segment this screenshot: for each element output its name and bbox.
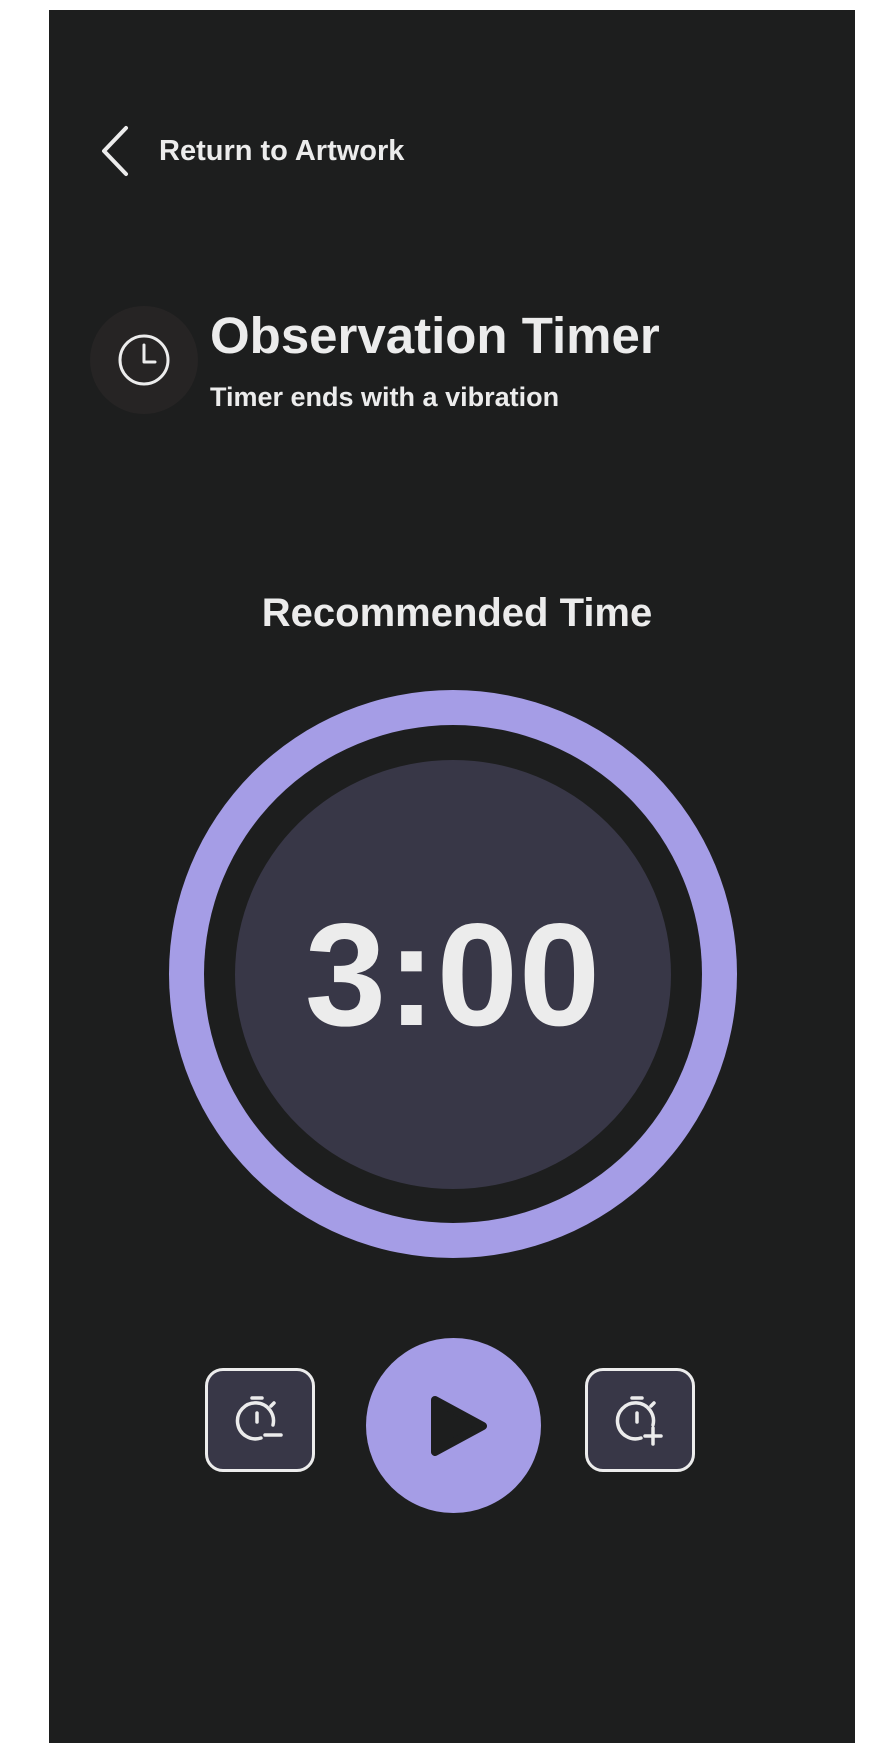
chevron-left-icon [102, 126, 128, 176]
recommended-time-label: Recommended Time [261, 591, 653, 635]
timer-dial: 3:00 [235, 760, 671, 1189]
timer-ring-gap: 3:00 [204, 725, 702, 1223]
timer-progress-ring: 3:00 [169, 690, 737, 1258]
stopwatch-plus-icon [615, 1396, 663, 1446]
timer-screen: Return to Artwork Observation Timer Time… [49, 10, 855, 1743]
page-title: Observation Timer [210, 307, 660, 364]
play-icon [430, 1395, 487, 1456]
clock-badge [90, 306, 198, 414]
clock-icon [118, 334, 170, 386]
play-button[interactable] [366, 1338, 541, 1513]
page-subtitle: Timer ends with a vibration [210, 382, 560, 412]
return-to-artwork-label: Return to Artwork [159, 134, 405, 167]
time-remaining: 3:00 [304, 892, 602, 1056]
return-to-artwork-link[interactable]: Return to Artwork [99, 124, 404, 178]
stopwatch-minus-icon [235, 1396, 283, 1441]
increase-time-button[interactable] [585, 1368, 695, 1472]
decrease-time-button[interactable] [205, 1368, 315, 1472]
